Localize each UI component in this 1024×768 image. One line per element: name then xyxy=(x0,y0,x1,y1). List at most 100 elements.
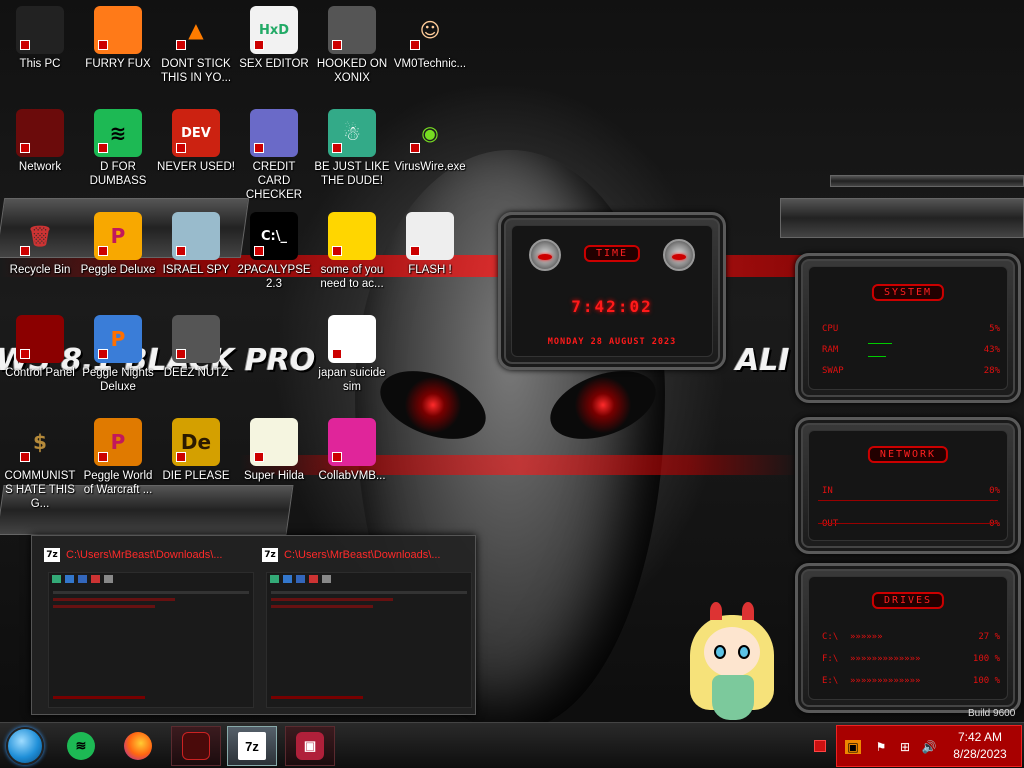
taskbar-pin-7zip[interactable]: 7z xyxy=(227,726,277,766)
desktop-icon-label: FURRY FUX xyxy=(85,58,151,70)
desktop-icon-label: Control Panel xyxy=(5,367,75,379)
window-thumbnail[interactable]: 7z C:\Users\MrBeast\Downloads\... xyxy=(262,544,472,708)
drives-widget[interactable]: DRIVES C:\ »»»»»» 27 % F:\ »»»»»»»»»»»»» 100… xyxy=(795,563,1021,713)
preview-status-bar xyxy=(271,696,363,699)
desktop-icon[interactable]: japan suicide sim xyxy=(313,315,391,394)
thumbnail-title: C:\Users\MrBeast\Downloads\... xyxy=(66,549,223,561)
desktop-icon[interactable]: FLASH ! xyxy=(391,212,469,277)
action-center-flag-icon[interactable]: ⚑ xyxy=(873,740,889,754)
desktop-icon-label: Network xyxy=(18,161,62,173)
preview-status-bar xyxy=(53,696,145,699)
drive-e-label: E:\ xyxy=(822,676,839,686)
shortcut-arrow-icon xyxy=(98,452,108,462)
desktop-icon[interactable]: HOOKED ON XONIX xyxy=(313,6,391,85)
desktop-icon[interactable]: some of you need to ac... xyxy=(313,212,391,291)
credit-card-icon xyxy=(250,109,298,157)
desktop-icon[interactable]: This PC xyxy=(1,6,79,71)
shortcut-arrow-icon xyxy=(98,349,108,359)
time-widget[interactable]: TIME 7:42:02 MONDAY 28 AUGUST 2023 xyxy=(498,212,726,370)
swap-usage-bar xyxy=(868,356,886,357)
system-widget[interactable]: SYSTEM CPU 5% RAM 43% SWAP 28% xyxy=(795,253,1021,403)
ram-value: 43% xyxy=(983,345,1000,355)
preview-address-bar xyxy=(53,591,249,594)
desktop-icon[interactable]: DEEZ NUTZ xyxy=(157,315,235,380)
taskbar-pin-spotify[interactable]: ≋ xyxy=(56,726,106,766)
firefox-icon xyxy=(124,732,152,760)
desktop-icon-label: D FOR DUMBASS xyxy=(89,161,147,187)
elf-icon: ☃ xyxy=(328,109,376,157)
preview-file-row xyxy=(271,598,394,601)
desktop-icon-label: This PC xyxy=(19,58,61,70)
system-widget-title: SYSTEM xyxy=(871,284,945,301)
desktop-icon[interactable]: FURRY FUX xyxy=(79,6,157,71)
desktop-icon[interactable]: CollabVMB... xyxy=(313,418,391,483)
desktop-icon[interactable]: ◉ VirusWire.exe xyxy=(391,109,469,174)
sticker-eye xyxy=(714,645,726,659)
taskbar-pin-red-app[interactable] xyxy=(171,726,221,766)
network-tray-icon[interactable]: ⊞ xyxy=(897,740,913,754)
flash-document-icon xyxy=(406,212,454,260)
desktop-icon-label: VM0Technic... xyxy=(393,58,467,70)
drive-f-value: 100 % xyxy=(972,654,1000,664)
shortcut-arrow-icon xyxy=(176,40,186,50)
drive-f-bar: »»»»»»»»»»»»» xyxy=(850,654,921,664)
desktop-icon[interactable]: Super Hilda xyxy=(235,418,313,483)
widget-clock-date: MONDAY 28 AUGUST 2023 xyxy=(547,337,677,347)
preview-file-row xyxy=(271,605,373,608)
pixel-character-icon xyxy=(250,418,298,466)
desktop-icon[interactable]: $ COMMUNISTS HATE THIS G... xyxy=(1,418,79,511)
desktop-icon[interactable]: DEV NEVER USED! xyxy=(157,109,235,174)
desktop-icon[interactable]: 🗑 Recycle Bin xyxy=(1,212,79,277)
cpu-label: CPU xyxy=(822,324,839,334)
network-widget[interactable]: NETWORK IN 0% OUT 0% xyxy=(795,417,1021,554)
windows-build-watermark: Build 9600 xyxy=(968,708,1016,719)
desktop-icon[interactable]: Control Panel xyxy=(1,315,79,380)
drive-c-bar: »»»»»» xyxy=(850,632,883,642)
shortcut-arrow-icon xyxy=(176,349,186,359)
desktop-icon[interactable]: De DIE PLEASE xyxy=(157,418,235,483)
desktop-icon[interactable]: ☃ BE JUST LIKE THE DUDE! xyxy=(313,109,391,188)
star-butterfly-sticker xyxy=(682,597,782,722)
desktop-icon[interactable]: Network xyxy=(1,109,79,174)
sticker-horn xyxy=(742,602,754,620)
desktop-icon[interactable]: ≋ D FOR DUMBASS xyxy=(79,109,157,188)
shortcut-arrow-icon xyxy=(176,452,186,462)
computer-icon xyxy=(16,6,64,54)
desktop-icon[interactable]: ☺ VM0Technic... xyxy=(391,6,469,71)
network-icon xyxy=(16,109,64,157)
drive-f-row: F:\ »»»»»»»»»»»»» 100 % xyxy=(822,654,1000,664)
net-out-graph xyxy=(818,523,998,524)
wallpaper-metal-bar xyxy=(830,175,1024,187)
desktop-icon[interactable]: ▲ DONT STICK THIS IN YO... xyxy=(157,6,235,85)
taskbar: ≋ 7z ▣ ▣ ⚑ ⊞ 🔊 7:42 AM 8/28/2023 xyxy=(0,722,1024,768)
show-hidden-icons-button[interactable] xyxy=(814,740,826,752)
desktop-icon[interactable]: HxD SEX EDITOR xyxy=(235,6,313,71)
japanese-document-icon xyxy=(328,315,376,363)
taskbar-thumbnail-popup: 7z C:\Users\MrBeast\Downloads\... 7z C:\… xyxy=(31,535,476,715)
desktop-icon[interactable]: P Peggle Nights Deluxe xyxy=(79,315,157,394)
cpu-value: 5% xyxy=(989,324,1000,334)
taskbar-pin-firefox[interactable] xyxy=(113,726,163,766)
xonix-game-icon xyxy=(328,6,376,54)
spy-network-icon xyxy=(172,212,220,260)
app-tray-icon[interactable]: ▣ xyxy=(845,740,861,754)
taskbar-pin-media-app[interactable]: ▣ xyxy=(285,726,335,766)
preview-file-row xyxy=(53,598,176,601)
desktop-icon[interactable]: C:\_ 2PACALYPSE 2.3 xyxy=(235,212,313,291)
shortcut-arrow-icon xyxy=(20,452,30,462)
taskbar-clock[interactable]: 7:42 AM 8/28/2023 xyxy=(945,729,1015,763)
shortcut-arrow-icon xyxy=(254,40,264,50)
shortcut-arrow-icon xyxy=(98,143,108,153)
system-swap-row: SWAP 28% xyxy=(822,366,1000,376)
window-thumbnail[interactable]: 7z C:\Users\MrBeast\Downloads\... xyxy=(44,544,254,708)
desktop-icon[interactable]: CREDIT CARD CHECKER xyxy=(235,109,313,202)
net-in-graph xyxy=(818,500,998,501)
desktop-icon[interactable]: P Peggle World of Warcraft ... xyxy=(79,418,157,497)
desktop-icon[interactable]: P Peggle Deluxe xyxy=(79,212,157,277)
start-button[interactable] xyxy=(6,727,44,765)
desktop-icon-label: DONT STICK THIS IN YO... xyxy=(160,58,232,84)
7zip-icon: 7z xyxy=(44,548,60,562)
desktop-icon[interactable]: ISRAEL SPY xyxy=(157,212,235,277)
volume-icon[interactable]: 🔊 xyxy=(921,740,937,754)
beaver-icon xyxy=(328,212,376,260)
